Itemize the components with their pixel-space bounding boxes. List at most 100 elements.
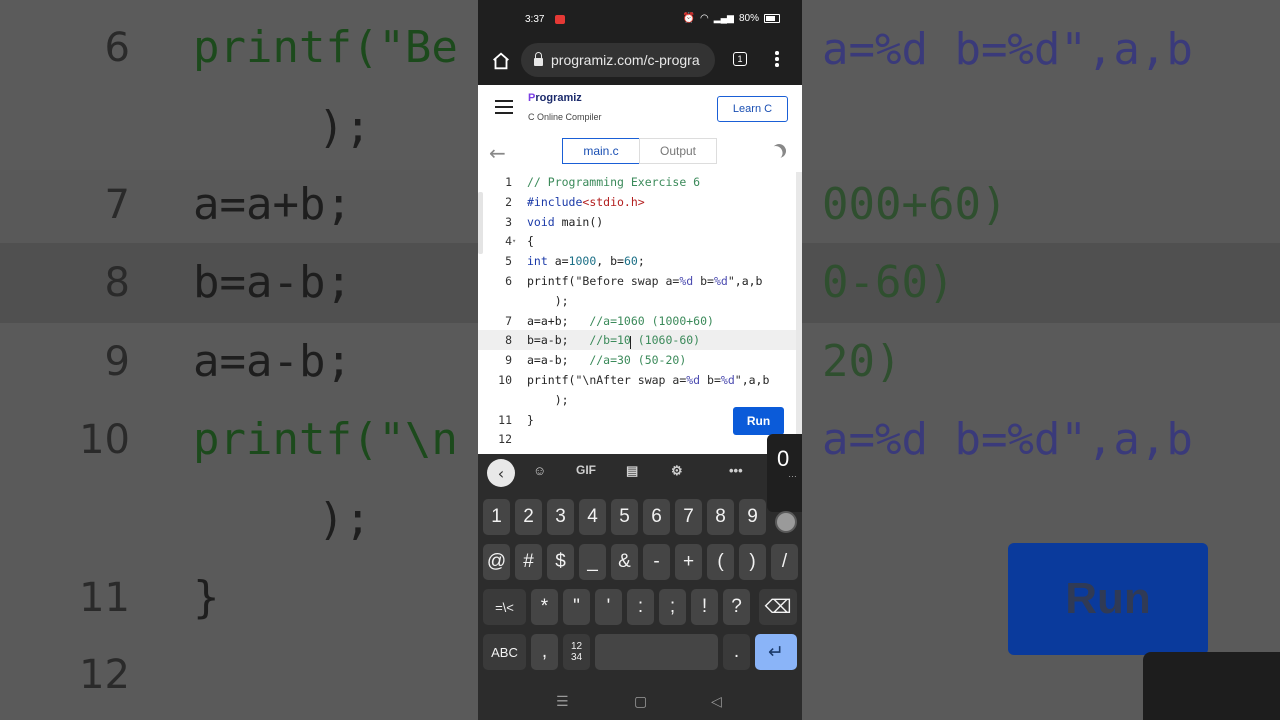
bg-line-number: 8 — [104, 260, 130, 306]
key-symbol[interactable]: ? — [723, 589, 750, 625]
code-line[interactable]: 3 void main() — [478, 212, 796, 232]
keyboard-toolbar: ‹ ☺ GIF ▤ ⚙ ••• — [478, 454, 802, 492]
key-symbol[interactable]: ! — [691, 589, 718, 625]
key-6[interactable]: 6 — [643, 499, 670, 535]
bg-code-fragment: 0-60) — [822, 257, 955, 308]
suggestion-circle-icon — [775, 511, 797, 533]
code-text: a=a-b; //a=30 (50-20) — [527, 353, 687, 368]
dark-mode-icon[interactable] — [769, 141, 788, 160]
keyboard-back-icon[interactable]: ‹ — [487, 459, 515, 487]
code-line[interactable]: ); — [478, 291, 796, 311]
code-text: } — [527, 412, 534, 427]
key-symbol[interactable]: ( — [707, 544, 734, 580]
code-line[interactable]: 1 // Programming Exercise 6 — [478, 172, 796, 192]
numpad-key[interactable]: 12 34 — [563, 634, 590, 670]
fold-icon[interactable]: ▾ — [512, 231, 516, 251]
key-symbol[interactable]: " — [563, 589, 590, 625]
key-3[interactable]: 3 — [547, 499, 574, 535]
code-line[interactable]: 9 a=a-b; //a=30 (50-20) — [478, 350, 796, 370]
code-line[interactable]: 2 #include<stdio.h> — [478, 192, 796, 212]
battery-icon — [764, 14, 780, 23]
code-line[interactable]: 4 ▾ { — [478, 231, 796, 251]
programiz-logo[interactable]: Programiz — [528, 92, 582, 104]
suggestion-popup[interactable]: 0 … — [767, 434, 802, 512]
key-symbol[interactable]: : — [627, 589, 654, 625]
code-line[interactable]: 8 b=a-b; //b=10 (1060-60) — [478, 330, 796, 351]
home-icon[interactable] — [490, 50, 512, 72]
back-arrow-icon[interactable]: ← — [489, 141, 506, 165]
recents-icon[interactable]: ☰ — [556, 694, 569, 710]
home-nav-icon[interactable]: ▢ — [634, 694, 647, 710]
code-text: #include<stdio.h> — [527, 194, 645, 209]
key-4[interactable]: 4 — [579, 499, 606, 535]
enter-key[interactable]: ↵ — [755, 634, 797, 670]
period-key[interactable]: . — [723, 634, 750, 670]
tab-switcher-button[interactable]: 1 — [733, 52, 747, 66]
bg-line-number: 6 — [104, 25, 130, 71]
gif-button[interactable]: GIF — [576, 463, 596, 477]
key-2[interactable]: 2 — [515, 499, 542, 535]
phone-screen: 3:37 ⏰ ◠ ▂▄▆ 80% programiz.com/c-progra … — [478, 0, 802, 720]
code-line[interactable]: 5 int a=1000, b=60; — [478, 251, 796, 271]
key-7[interactable]: 7 — [675, 499, 702, 535]
line-number: 3 — [505, 214, 512, 229]
status-bar: 3:37 ⏰ ◠ ▂▄▆ 80% — [478, 0, 802, 40]
tab-output[interactable]: Output — [639, 138, 717, 164]
more-icon[interactable]: ••• — [729, 463, 743, 478]
key-symbol[interactable]: _ — [579, 544, 606, 580]
key-symbol[interactable]: + — [675, 544, 702, 580]
bg-code-line: b=a-b; — [193, 257, 352, 308]
bg-code-fragment: 20) — [822, 336, 902, 387]
bg-code-fragment: a=%d b=%d",a,b — [822, 24, 1193, 75]
key-symbol[interactable]: / — [771, 544, 798, 580]
code-text: void main() — [527, 214, 604, 229]
key-symbol[interactable]: ' — [595, 589, 622, 625]
bg-line-number: 9 — [104, 339, 130, 385]
lock-icon — [534, 52, 543, 66]
bg-line-number: 7 — [104, 182, 130, 228]
bg-line-number: 10 — [79, 417, 130, 463]
editor-toolbar: ← main.c Output — [478, 131, 802, 172]
key-symbol[interactable]: # — [515, 544, 542, 580]
wifi-icon: ◠ — [700, 13, 709, 24]
key-8[interactable]: 8 — [707, 499, 734, 535]
back-nav-icon[interactable]: ◁ — [711, 694, 722, 710]
clipboard-icon[interactable]: ▤ — [626, 463, 638, 479]
backspace-key[interactable]: ⌫ — [759, 589, 797, 625]
key-9[interactable]: 9 — [739, 499, 766, 535]
tab-main-c[interactable]: main.c — [562, 138, 640, 164]
key-symbol[interactable]: @ — [483, 544, 510, 580]
key-symbol[interactable]: ; — [659, 589, 686, 625]
code-line[interactable]: 7 a=a+b; //a=1060 (1000+60) — [478, 311, 796, 331]
key-symbol[interactable]: =\< — [483, 589, 526, 625]
key-1[interactable]: 1 — [483, 499, 510, 535]
comma-key[interactable]: , — [531, 634, 558, 670]
bg-code-line: printf("Be — [193, 22, 458, 73]
abc-key[interactable]: ABC — [483, 634, 526, 670]
browser-menu-icon[interactable] — [775, 51, 779, 69]
key-symbol[interactable]: * — [531, 589, 558, 625]
code-editor[interactable]: 1 // Programming Exercise 6 2 #include<stdi… — [478, 172, 802, 454]
line-number: 12 — [498, 432, 512, 447]
gear-icon[interactable]: ⚙ — [671, 463, 683, 479]
code-line[interactable]: 10 printf("\nAfter swap a=%d b=%d",a,b — [478, 370, 796, 390]
code-text: printf("\nAfter swap a=%d b=%d",a,b — [527, 373, 770, 387]
bg-code-line: a=a+b; — [193, 179, 352, 230]
hamburger-menu-icon[interactable] — [495, 100, 513, 118]
code-line[interactable]: 6 printf("Before swap a=%d b=%d",a,b — [478, 271, 796, 291]
learn-c-button[interactable]: Learn C — [717, 96, 788, 122]
key-symbol[interactable]: ) — [739, 544, 766, 580]
space-key[interactable] — [595, 634, 718, 670]
key-5[interactable]: 5 — [611, 499, 638, 535]
code-text: { — [527, 234, 534, 249]
browser-toolbar: programiz.com/c-progra 1 — [478, 40, 802, 85]
sticker-icon[interactable]: ☺ — [533, 463, 546, 478]
run-button[interactable]: Run — [733, 407, 784, 435]
key-symbol[interactable]: & — [611, 544, 638, 580]
key-symbol[interactable]: - — [643, 544, 670, 580]
code-text: // Programming Exercise 6 — [527, 175, 701, 189]
vertical-scrollbar[interactable] — [796, 172, 802, 454]
url-bar[interactable]: programiz.com/c-progra — [521, 43, 715, 77]
key-symbol[interactable]: $ — [547, 544, 574, 580]
android-nav-bar: ☰ ▢ ◁ — [478, 688, 802, 720]
